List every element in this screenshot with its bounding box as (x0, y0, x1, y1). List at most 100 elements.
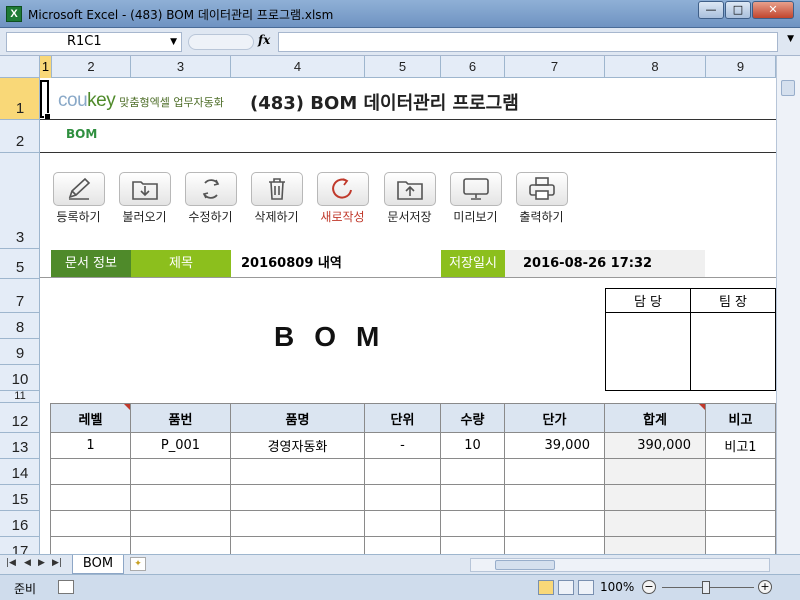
prev-sheet-icon[interactable]: ◀ (24, 558, 31, 568)
macro-record-icon[interactable] (58, 580, 74, 594)
cell-unit[interactable] (364, 484, 441, 511)
chevron-down-icon[interactable]: ▼ (170, 33, 177, 51)
expand-formula-icon[interactable]: ▼ (787, 34, 794, 44)
cell-part-name[interactable]: 경영자동화 (230, 432, 365, 459)
column-header[interactable]: 4 (231, 56, 365, 78)
first-sheet-icon[interactable]: |◀ (6, 558, 16, 568)
cell-part-name[interactable] (230, 484, 365, 511)
page-break-view-icon[interactable] (578, 580, 594, 595)
row-header[interactable]: 16 (0, 511, 39, 537)
approval-sign-team-lead[interactable] (690, 312, 776, 391)
formula-input[interactable] (278, 32, 778, 52)
cell-note[interactable] (705, 510, 776, 537)
row-header[interactable]: 10 (0, 365, 39, 391)
subject-value[interactable]: 20160809 내역 (231, 250, 439, 277)
column-header[interactable]: 7 (505, 56, 605, 78)
name-box[interactable]: R1C1 ▼ (6, 32, 182, 52)
insert-function-button[interactable]: fx (258, 33, 270, 47)
cell-note[interactable] (705, 536, 776, 554)
excel-app-icon[interactable]: X (6, 6, 22, 22)
cell-level[interactable] (50, 484, 131, 511)
cell-level[interactable]: 1 (50, 432, 131, 459)
cell-unit-price[interactable] (504, 484, 605, 511)
approval-sign-manager[interactable] (605, 312, 691, 391)
cell-note[interactable] (705, 458, 776, 485)
zoom-level[interactable]: 100% (600, 580, 634, 594)
normal-view-icon[interactable] (538, 580, 554, 595)
select-all-corner[interactable] (0, 56, 40, 78)
cell-unit[interactable] (364, 536, 441, 554)
cell-level[interactable] (50, 536, 131, 554)
cell-unit-price[interactable] (504, 536, 605, 554)
close-button[interactable]: ✕ (752, 1, 794, 19)
vertical-scrollbar[interactable] (776, 56, 800, 554)
column-header[interactable]: 8 (605, 56, 706, 78)
cell-part-number[interactable] (130, 458, 231, 485)
row-header[interactable]: 14 (0, 459, 39, 485)
row-header[interactable]: 12 (0, 403, 39, 433)
zoom-out-icon[interactable]: − (642, 580, 656, 594)
cell-unit[interactable]: - (364, 432, 441, 459)
cell-unit-price[interactable] (504, 510, 605, 537)
column-header[interactable]: 3 (131, 56, 231, 78)
column-header[interactable]: 9 (706, 56, 776, 78)
cell-unit[interactable] (364, 458, 441, 485)
sheet-tab-bom[interactable]: BOM (72, 555, 124, 574)
minimize-button[interactable]: — (698, 1, 724, 19)
row-header[interactable]: 15 (0, 485, 39, 511)
cell-quantity[interactable] (440, 536, 505, 554)
cell-total[interactable] (604, 536, 706, 554)
cell-quantity[interactable] (440, 510, 505, 537)
cell-quantity[interactable] (440, 484, 505, 511)
horizontal-scrollbar[interactable] (470, 558, 770, 572)
new-document-button[interactable]: 새로작성 (316, 172, 369, 224)
scrollbar-thumb[interactable] (495, 560, 555, 570)
row-header[interactable]: 13 (0, 433, 39, 459)
cell-note[interactable]: 비고1 (705, 432, 776, 459)
cell-part-name[interactable] (230, 458, 365, 485)
page-layout-view-icon[interactable] (558, 580, 574, 595)
cell-level[interactable] (50, 458, 131, 485)
row-header[interactable]: 9 (0, 339, 39, 365)
column-header[interactable]: 2 (52, 56, 131, 78)
column-header[interactable]: 6 (441, 56, 505, 78)
cell-part-number[interactable] (130, 510, 231, 537)
row-header[interactable]: 1 (0, 78, 39, 120)
preview-button[interactable]: 미리보기 (449, 172, 502, 224)
delete-button[interactable]: 삭제하기 (250, 172, 303, 224)
cell-unit-price[interactable]: 39,000 (504, 432, 605, 459)
cell-unit[interactable] (364, 510, 441, 537)
edit-button[interactable]: 수정하기 (184, 172, 237, 224)
formula-bar-splitter[interactable] (188, 34, 254, 50)
row-header[interactable]: 7 (0, 279, 39, 313)
row-header[interactable]: 17 (0, 537, 39, 554)
scrollbar-thumb[interactable] (781, 80, 795, 96)
cell-quantity[interactable] (440, 458, 505, 485)
cell-total[interactable] (604, 458, 706, 485)
cell-part-number[interactable]: P_001 (130, 432, 231, 459)
worksheet[interactable]: coukey 맞춤형엑셀 업무자동화 (483) BOM 데이터관리 프로그램 … (40, 78, 776, 554)
cell-total[interactable] (604, 510, 706, 537)
cell-total[interactable]: 390,000 (604, 432, 706, 459)
row-header[interactable]: 2 (0, 120, 39, 153)
row-header[interactable]: 3 (0, 153, 39, 249)
row-header[interactable]: 11 (0, 390, 39, 403)
column-header[interactable]: 5 (365, 56, 441, 78)
cell-part-name[interactable] (230, 510, 365, 537)
load-button[interactable]: 불러오기 (118, 172, 171, 224)
cell-note[interactable] (705, 484, 776, 511)
zoom-in-icon[interactable]: + (758, 580, 772, 594)
cell-part-name[interactable] (230, 536, 365, 554)
cell-quantity[interactable]: 10 (440, 432, 505, 459)
row-header[interactable]: 5 (0, 249, 39, 279)
print-button[interactable]: 출력하기 (515, 172, 568, 224)
cell-unit-price[interactable] (504, 458, 605, 485)
register-button[interactable]: 등록하기 (52, 172, 105, 224)
save-document-button[interactable]: 문서저장 (383, 172, 436, 224)
maximize-button[interactable]: □ (725, 1, 751, 19)
last-sheet-icon[interactable]: ▶| (52, 558, 62, 568)
cell-total[interactable] (604, 484, 706, 511)
zoom-slider-thumb[interactable] (702, 581, 710, 594)
cell-part-number[interactable] (130, 536, 231, 554)
next-sheet-icon[interactable]: ▶ (38, 558, 45, 568)
